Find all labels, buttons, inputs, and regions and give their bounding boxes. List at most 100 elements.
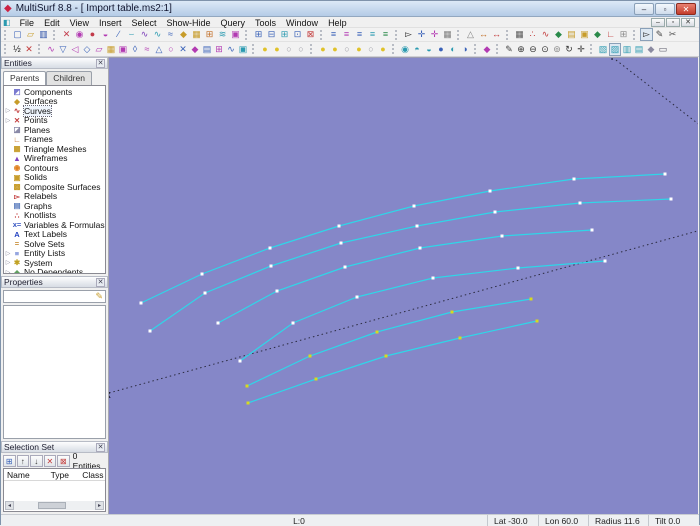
delete-marker-icon[interactable]: ✕: [23, 43, 35, 56]
zoom-extents-icon[interactable]: ⊚: [551, 43, 563, 56]
control-point[interactable]: [412, 204, 416, 208]
magnet-tool-icon[interactable]: ◒: [99, 28, 112, 41]
snake-tool-icon[interactable]: ≈: [164, 28, 177, 41]
drag-tool-icon[interactable]: △: [464, 28, 477, 41]
show-parents-bulb-icon[interactable]: ●: [317, 43, 329, 56]
curve-2[interactable]: [149, 198, 672, 332]
control-point[interactable]: [578, 201, 582, 205]
horizontal-scrollbar[interactable]: ◂ ▸: [5, 501, 104, 510]
insert-arc-icon[interactable]: ▦: [105, 43, 117, 56]
bcurve-tool-icon[interactable]: ∿: [138, 28, 151, 41]
control-point[interactable]: [337, 224, 341, 228]
toolbar-grip[interactable]: [474, 44, 479, 54]
control-point[interactable]: [275, 289, 279, 293]
relabel-tool-icon[interactable]: ∿: [539, 28, 552, 41]
save-file-icon[interactable]: ▥: [37, 28, 50, 41]
curve-5[interactable]: [246, 298, 532, 387]
properties-pick-icon[interactable]: ✎: [93, 291, 105, 302]
zoom-out-icon[interactable]: ⊖: [527, 43, 539, 56]
control-point[interactable]: [308, 354, 312, 358]
frame-tool-icon[interactable]: ∟: [604, 28, 617, 41]
select-list-icon[interactable]: ⊞: [3, 454, 16, 467]
hide-selected-bulb-icon[interactable]: ○: [295, 43, 307, 56]
menu-edit[interactable]: Edit: [39, 18, 65, 28]
control-point[interactable]: [603, 259, 607, 263]
control-point[interactable]: [245, 384, 249, 388]
control-point[interactable]: [314, 377, 318, 381]
toolbar-grip[interactable]: [496, 44, 501, 54]
zoom-in-icon[interactable]: ⊕: [515, 43, 527, 56]
menu-tools[interactable]: Tools: [250, 18, 281, 28]
toolbar-grip[interactable]: [320, 29, 325, 40]
insert-snake-icon[interactable]: ≈: [141, 43, 153, 56]
analysis-view-icon[interactable]: ◑: [459, 43, 471, 56]
ccurve-tool-icon[interactable]: ∿: [151, 28, 164, 41]
sketch-tool-icon[interactable]: ✎: [503, 43, 515, 56]
insert-ccurve-icon[interactable]: ◊: [129, 43, 141, 56]
curve-1[interactable]: [140, 173, 666, 304]
toolbar-grip[interactable]: [53, 29, 58, 40]
tree-item-curves[interactable]: ▷ ∿ Curves: [4, 104, 105, 117]
insert-table-icon[interactable]: ⊞: [213, 43, 225, 56]
knotlist-tool-icon[interactable]: ∴: [526, 28, 539, 41]
view-side-icon[interactable]: ▨: [609, 42, 621, 56]
control-point[interactable]: [384, 354, 388, 358]
table-tool-icon[interactable]: ⊞: [203, 28, 216, 41]
bead-tool-icon[interactable]: ◉: [73, 28, 86, 41]
control-point[interactable]: [418, 246, 422, 250]
query-mode-icon[interactable]: ✎: [653, 28, 666, 41]
tree-item-frames[interactable]: ∟ Frames: [4, 134, 105, 144]
curve-4[interactable]: [239, 260, 606, 362]
select-grid-icon[interactable]: ▦: [441, 28, 454, 41]
control-point[interactable]: [246, 401, 250, 405]
toolbar-grip[interactable]: [245, 29, 250, 40]
insert-ring-icon[interactable]: ◁: [69, 43, 81, 56]
close-icon[interactable]: ✕: [96, 58, 105, 68]
show-selected-bulb-icon[interactable]: ●: [271, 43, 283, 56]
scroll-right-icon[interactable]: ▸: [95, 501, 104, 510]
control-point[interactable]: [488, 189, 492, 193]
close-icon[interactable]: ✕: [96, 277, 105, 287]
filter-surfaces-icon[interactable]: ≡: [353, 28, 366, 41]
formula-tool-icon[interactable]: ▤: [565, 28, 578, 41]
view-perspective-icon[interactable]: ◆: [645, 43, 657, 56]
insert-magnet-icon[interactable]: ◇: [81, 43, 93, 56]
insert-bcurve-icon[interactable]: ▣: [117, 43, 129, 56]
insert-surface-icon[interactable]: △: [153, 43, 165, 56]
insert-patch-icon[interactable]: ○: [165, 43, 177, 56]
menu-query[interactable]: Query: [216, 18, 251, 28]
view-saved-icon[interactable]: ▭: [657, 43, 669, 56]
measure-mode-icon[interactable]: ✂: [666, 28, 679, 41]
control-point[interactable]: [535, 319, 539, 323]
toolbar-grip[interactable]: [506, 29, 511, 40]
expand-arrow-icon[interactable]: ▷: [4, 107, 12, 114]
tree-item-knotlists[interactable]: ∴ Knotlists: [4, 210, 105, 220]
toolbar-grip[interactable]: [38, 44, 43, 54]
scroll-left-icon[interactable]: ◂: [5, 501, 14, 510]
move-up-icon[interactable]: ↑: [16, 454, 30, 467]
control-point[interactable]: [516, 266, 520, 270]
texture-view-icon[interactable]: ◐: [447, 43, 459, 56]
insert-mesh-icon[interactable]: ▤: [201, 43, 213, 56]
control-point[interactable]: [500, 234, 504, 238]
control-point[interactable]: [415, 224, 419, 228]
child-restore-button[interactable]: ▫: [666, 17, 680, 27]
control-point[interactable]: [493, 210, 497, 214]
remove-entity-icon[interactable]: ✕: [43, 454, 57, 467]
open-file-icon[interactable]: ▱: [24, 28, 37, 41]
tree-item-triangle-meshes[interactable]: ▦ Triangle Meshes: [4, 144, 105, 154]
control-point[interactable]: [139, 301, 143, 305]
select-arrow-icon[interactable]: ▻: [402, 28, 415, 41]
tile-vertical-icon[interactable]: ⊞: [278, 28, 291, 41]
tree-item-planes[interactable]: ◪ Planes: [4, 125, 105, 135]
control-point[interactable]: [343, 265, 347, 269]
toolbar-grip[interactable]: [392, 44, 397, 54]
control-point[interactable]: [269, 264, 273, 268]
control-point[interactable]: [450, 310, 454, 314]
tile-horizontal-icon[interactable]: ⊟: [265, 28, 278, 41]
select-fence-icon[interactable]: ✛: [428, 28, 441, 41]
expand-arrow-icon[interactable]: ▷: [4, 117, 12, 124]
filter-all-icon[interactable]: ≡: [379, 28, 392, 41]
pointer-mode-icon[interactable]: ▻: [640, 28, 653, 41]
refresh-visibility-bulb-icon[interactable]: ○: [365, 43, 377, 56]
